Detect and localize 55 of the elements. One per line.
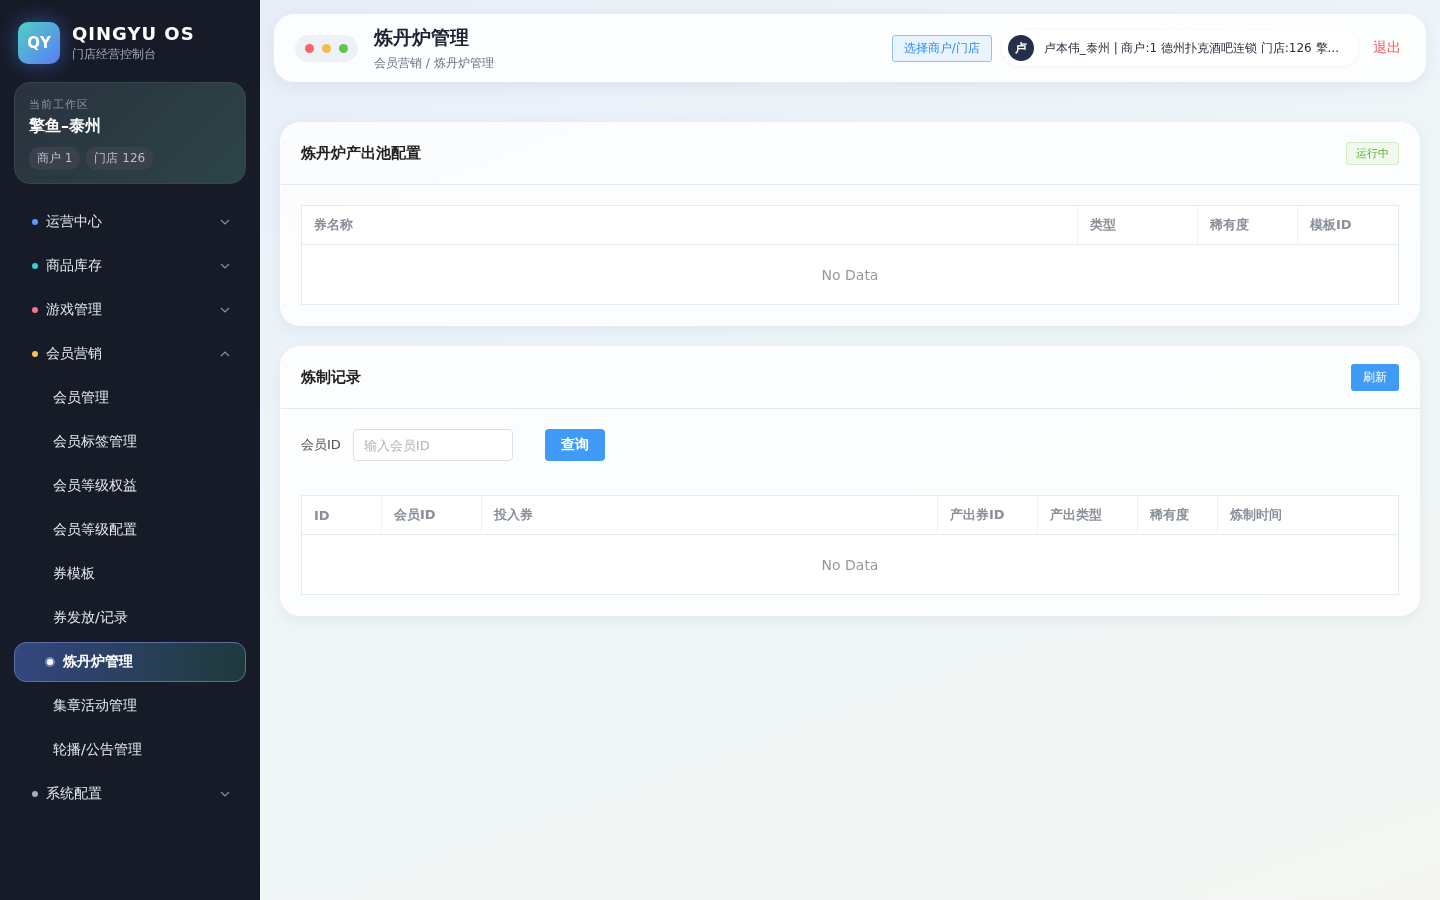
chevron-up-icon [220, 351, 230, 357]
brand-name: QINGYU OS [72, 23, 195, 44]
nav-item[interactable]: 会员等级配置 [14, 510, 246, 550]
nav-item[interactable]: 券模板 [14, 554, 246, 594]
user-info: 卢本伟_泰州 | 商户:1 德州扑克酒吧连锁 门店:126 擎... [1043, 39, 1339, 57]
nav-item[interactable]: 券发放/记录 [14, 598, 246, 638]
column-header: 类型 [1078, 206, 1198, 245]
nav-item[interactable]: 会员等级权益 [14, 466, 246, 506]
nav-group[interactable]: 游戏管理 [14, 288, 246, 332]
window-controls-icon [295, 34, 358, 62]
column-header: 投入券 [482, 496, 938, 535]
status-badge: 运行中 [1346, 142, 1399, 165]
column-header: 会员ID [382, 496, 482, 535]
nav-group[interactable]: 会员营销 [14, 332, 246, 376]
column-header: ID [302, 496, 382, 535]
nav-item[interactable]: 炼丹炉管理 [14, 642, 246, 682]
workspace-name: 擎鱼–泰州 [29, 116, 102, 137]
nav-item[interactable]: 集章活动管理 [14, 686, 246, 726]
nav-group-label: 运营中心 [46, 213, 103, 231]
nav-group[interactable]: 运营中心 [14, 200, 246, 244]
card-title: 炼丹炉产出池配置 [301, 144, 421, 163]
column-header: 炼制时间 [1218, 496, 1398, 535]
chevron-down-icon [220, 791, 230, 797]
nav-group-label: 会员营销 [46, 345, 103, 363]
brand-subtitle: 门店经营控制台 [72, 46, 157, 63]
avatar: 卢 [1007, 35, 1034, 61]
empty-text: No Data [820, 265, 880, 285]
column-header: 模板ID [1298, 206, 1398, 245]
nav-group-label: 游戏管理 [46, 301, 103, 319]
chevron-down-icon [220, 307, 230, 313]
logo: QY [18, 22, 60, 64]
nav-item[interactable]: 轮播/公告管理 [14, 730, 246, 770]
column-header: 产出券ID [938, 496, 1038, 535]
nav-group[interactable]: 系统配置 [14, 772, 246, 816]
empty-text: No Data [820, 555, 880, 575]
nav-item[interactable]: 会员标签管理 [14, 422, 246, 462]
breadcrumb: 会员营销 / 炼丹炉管理 [374, 54, 495, 72]
chevron-down-icon [220, 219, 230, 225]
nav-item[interactable]: 会员管理 [14, 378, 246, 418]
filter-label: 会员ID [301, 436, 341, 454]
member-id-field[interactable]: 输入会员ID [352, 429, 513, 461]
nav-group[interactable]: 商品库存 [14, 244, 246, 288]
chevron-down-icon [220, 263, 230, 269]
workspace-tag: 商户 1 [29, 147, 81, 170]
workspace-tag: 门店 126 [86, 147, 154, 170]
card-title: 炼制记录 [301, 368, 361, 387]
nav-group-label: 商品库存 [46, 257, 103, 275]
column-header: 产出类型 [1038, 496, 1138, 535]
nav-group-label: 系统配置 [46, 785, 103, 803]
workspace-label: 当前工作区 [29, 97, 90, 112]
active-dot-icon [45, 657, 55, 667]
column-header: 稀有度 [1198, 206, 1298, 245]
column-header: 稀有度 [1138, 496, 1218, 535]
page-title: 炼丹炉管理 [374, 24, 470, 50]
column-header: 券名称 [302, 206, 1078, 245]
